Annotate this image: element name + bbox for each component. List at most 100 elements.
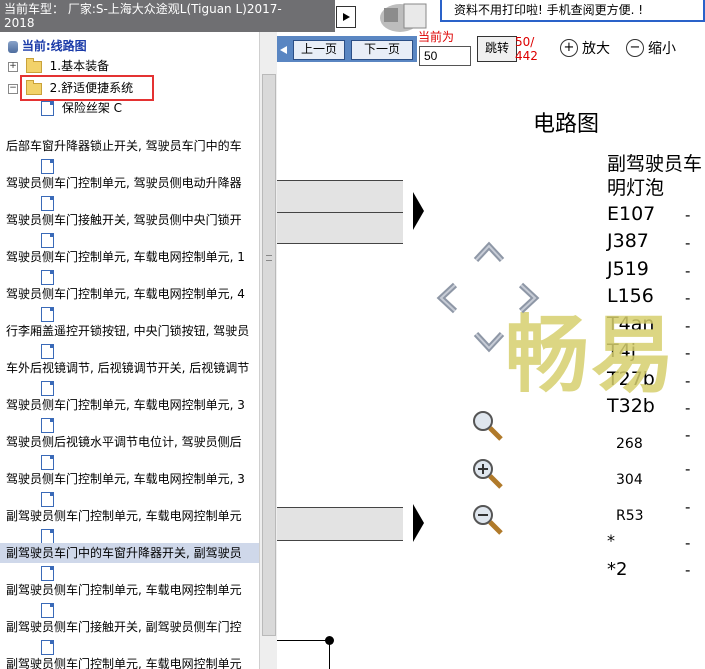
document-icon (41, 418, 54, 433)
tree-root-label: 当前:线路图 (21, 39, 87, 53)
tree-node-fuse[interactable]: 保险丝架 C (0, 98, 259, 118)
tree-panel: 当前车型： 厂家:S-上海大众途观L(Tiguan L)2017-2018 当前… (0, 0, 335, 669)
component-code: J519 (607, 258, 649, 280)
dash-separator: - (685, 317, 691, 335)
tree-item-label: 驾驶员侧车门接触开关, 驾驶员侧中央门锁开 (6, 213, 242, 227)
zoom-in-label: 放大 (582, 41, 610, 57)
dash-separator: - (685, 426, 691, 444)
tree-node-label: 保险丝架 C (61, 101, 123, 115)
tree-node-label: 1.基本装备 (49, 59, 110, 73)
tree-item[interactable]: 驾驶员侧车门控制单元, 车载电网控制单元, 1 (0, 247, 259, 267)
connector-band (277, 507, 403, 541)
play-arrow-icon (343, 13, 350, 21)
tree-item-label: 驾驶员侧车门控制单元, 车载电网控制单元, 3 (6, 472, 245, 486)
document-icon (41, 344, 54, 359)
promo-banner[interactable]: 资料不用打印啦! 手机查阅更方便. ! (440, 0, 705, 22)
dash-separator: - (685, 262, 691, 280)
tree-item[interactable]: 副驾驶员侧车门控制单元, 车载电网控制单元 (0, 506, 259, 526)
tree-item[interactable]: 驾驶员侧车门控制单元, 车载电网控制单元, 3 (0, 395, 259, 415)
dash-separator: - (685, 372, 691, 390)
component-code: J387 (607, 230, 649, 252)
promo-text: 资料不用打印啦! 手机查阅更方便. ! (454, 3, 644, 17)
document-icon (41, 381, 54, 396)
document-icon (41, 492, 54, 507)
zoom-in-button[interactable]: + 放大 (560, 38, 610, 58)
tree-item[interactable]: 副驾驶员侧车门控制单元, 车载电网控制单元 (0, 654, 259, 669)
document-icon (41, 603, 54, 618)
magnifier-zoom-out-icon[interactable] (470, 502, 504, 536)
magnifier-zoom-in-icon[interactable] (470, 456, 504, 490)
tree-item[interactable]: 驾驶员侧车门接触开关, 驾驶员侧中央门锁开 (0, 210, 259, 230)
tree-item[interactable]: 驾驶员侧后视镜水平调节电位计, 驾驶员侧后 (0, 432, 259, 452)
pager-bar: 上一页 下一页 (277, 36, 417, 62)
component-header-line: 副驾驶员车 (607, 153, 703, 175)
grip-icon (266, 255, 272, 261)
plus-icon: + (560, 39, 578, 57)
pan-right-icon[interactable] (517, 282, 541, 314)
tree-item[interactable]: 副驾驶员侧车门接触开关, 副驾驶员侧车门控 (0, 617, 259, 637)
scrollbar-thumb[interactable] (262, 74, 276, 636)
expand-icon[interactable]: + (8, 61, 18, 72)
wire-code: 268 (616, 436, 643, 452)
tree-item-label: 副驾驶员侧车门接触开关, 副驾驶员侧车门控 (6, 620, 242, 634)
current-page-label: 当前为 (418, 30, 455, 44)
document-icon (41, 233, 54, 248)
vehicle-info-bar: 当前车型： 厂家:S-上海大众途观L(Tiguan L)2017-2018 (0, 0, 335, 32)
tree-item[interactable]: 驾驶员侧车门控制单元, 车载电网控制单元, 4 (0, 284, 259, 304)
component-code: E107 (607, 203, 656, 225)
tree-item-selected[interactable]: 副驾驶员车门中的车窗升降器开关, 副驾驶员 (0, 543, 259, 563)
next-page-label: 下一页 (363, 42, 400, 56)
tree-item[interactable]: 车外后视镜调节, 后视镜调节开关, 后视镜调节 (0, 358, 259, 378)
tree-node-basic[interactable]: + 1.基本装备 (0, 56, 259, 76)
wire-code: *2 (607, 559, 628, 580)
tree-item-label: 副驾驶员侧车门控制单元, 车载电网控制单元 (6, 509, 242, 523)
total-pages-indicator: 50/ 442 (515, 35, 538, 63)
document-icon (41, 270, 54, 285)
tree-item[interactable]: 驾驶员侧车门控制单元, 驾驶员侧电动升降器 (0, 173, 259, 193)
circuit-diagram[interactable]: 电路图 副驾驶员车 明灯泡 E107 J387 J519 L156 T4an T… (277, 66, 705, 669)
document-icon (41, 640, 54, 655)
vehicle-info-text: 当前车型： 厂家:S-上海大众途观L(Tiguan L)2017-2018 (4, 2, 282, 30)
minus-icon: − (626, 39, 644, 57)
next-page-button[interactable]: 下一页 (351, 40, 413, 60)
tree-item[interactable]: 驾驶员侧车门控制单元, 车载电网控制单元, 3 (0, 469, 259, 489)
document-tree: 当前:线路图 + 1.基本装备 − 2.舒适便捷系统 保险丝架 C 后部车窗升降… (0, 32, 259, 669)
highlight-annotation-box (20, 75, 154, 101)
total-pages-count: 442 (515, 49, 538, 63)
tree-item-label: 副驾驶员车门中的车窗升降器开关, 副驾驶员 (6, 546, 242, 560)
zoom-out-label: 缩小 (648, 41, 676, 57)
collapse-icon[interactable]: − (8, 83, 18, 94)
wire-code: * (607, 531, 615, 550)
dash-separator: - (685, 289, 691, 307)
database-icon (8, 40, 18, 53)
tree-item-label: 车外后视镜调节, 后视镜调节开关, 后视镜调节 (6, 361, 250, 375)
prev-page-button[interactable]: 上一页 (293, 40, 345, 60)
tree-root[interactable]: 当前:线路图 (0, 36, 259, 56)
total-pages-current: 50/ (515, 35, 535, 49)
component-header-line: 明灯泡 (607, 177, 665, 199)
wire-code: R53 (616, 508, 644, 524)
tree-item[interactable]: 行李厢盖遥控开锁按钮, 中央门锁按钮, 驾驶员 (0, 321, 259, 341)
zoom-out-button[interactable]: − 缩小 (626, 38, 676, 58)
tree-item[interactable]: 副驾驶员侧车门控制单元, 车载电网控制单元 (0, 580, 259, 600)
document-icon (41, 307, 54, 322)
pan-up-icon[interactable] (473, 240, 505, 264)
page-number-input[interactable] (419, 46, 471, 66)
pan-left-icon[interactable] (435, 282, 459, 314)
tree-item-label: 副驾驶员侧车门控制单元, 车载电网控制单元 (6, 657, 242, 669)
prev-arrow-icon (280, 46, 287, 54)
document-icon (41, 529, 54, 544)
document-icon (41, 159, 54, 174)
dash-separator: - (685, 206, 691, 224)
tree-item-label: 驾驶员侧车门控制单元, 车载电网控制单元, 3 (6, 398, 245, 412)
tree-scrollbar[interactable] (259, 32, 277, 669)
magnifier-icon[interactable] (470, 408, 504, 442)
tree-item-label: 驾驶员侧车门控制单元, 车载电网控制单元, 1 (6, 250, 245, 264)
tree-item[interactable]: 后部车窗升降器锁止开关, 驾驶员车门中的车 (0, 136, 259, 156)
dash-separator: - (685, 344, 691, 362)
jump-button[interactable]: 跳转 (477, 36, 517, 62)
pan-down-icon[interactable] (473, 330, 505, 354)
vehicle-dropdown-button[interactable] (336, 6, 356, 28)
tree-item-label: 副驾驶员侧车门控制单元, 车载电网控制单元 (6, 583, 242, 597)
dash-separator: - (685, 460, 691, 478)
